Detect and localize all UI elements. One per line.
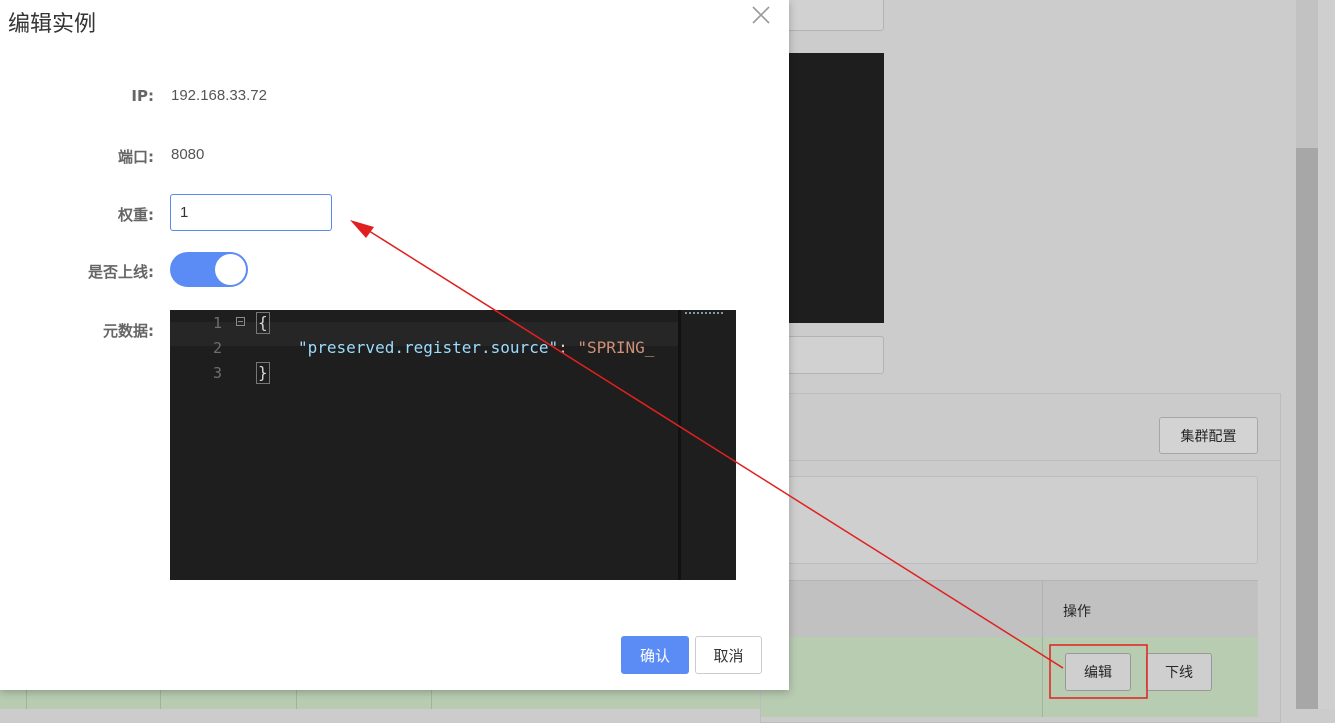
line-number: 3 (212, 364, 222, 382)
close-icon[interactable] (750, 4, 772, 26)
edit-instance-dialog: 编辑实例 IP: 192.168.33.72 端口: 8080 权重: 是否上线… (0, 0, 789, 690)
weight-label: 权重: (118, 206, 154, 224)
filter-box (761, 476, 1258, 564)
line-number: 2 (212, 339, 222, 357)
minimap-line (685, 312, 723, 314)
weight-input[interactable] (170, 194, 332, 231)
cancel-button[interactable]: 取消 (695, 636, 762, 674)
card-divider (761, 460, 1280, 461)
metadata-label: 元数据: (103, 322, 154, 340)
editor-minimap[interactable] (678, 310, 736, 580)
metadata-code-editor[interactable]: 1 2 3 { "preserved.register.source": "SP… (170, 310, 736, 580)
dialog-title: 编辑实例 (8, 11, 97, 36)
column-separator (1042, 581, 1043, 638)
row-offline-button[interactable]: 下线 (1146, 653, 1212, 691)
code-open-brace: { (256, 312, 270, 334)
table-header-operations: 操作 (1063, 603, 1091, 619)
row-edit-button[interactable]: 编辑 (1065, 653, 1131, 691)
background-table-row-strip (0, 690, 760, 709)
scrollbar-thumb[interactable] (1296, 148, 1318, 709)
port-value: 8080 (171, 146, 205, 163)
table-header: 操作 (761, 580, 1258, 638)
port-label: 端口: (118, 148, 154, 166)
online-toggle[interactable] (170, 252, 248, 287)
code-line-2: "preserved.register.source": "SPRING_ (298, 338, 654, 357)
line-number: 1 (212, 314, 222, 332)
code-close-brace: } (256, 362, 270, 384)
table-row: 编辑 下线 (761, 637, 1258, 717)
fold-minus-icon[interactable] (236, 317, 245, 326)
background-right-edge (1318, 0, 1335, 709)
ip-value: 192.168.33.72 (171, 87, 267, 104)
confirm-button[interactable]: 确认 (621, 636, 689, 674)
code-key: "preserved.register.source" (298, 338, 559, 357)
ip-label: IP: (131, 87, 154, 105)
code-value: "SPRING_ (577, 338, 655, 357)
column-separator (1042, 637, 1043, 717)
cluster-card: 集群配置 操作 编辑 下线 (760, 393, 1281, 723)
cluster-config-button[interactable]: 集群配置 (1159, 417, 1258, 454)
toggle-knob (215, 254, 246, 285)
code-colon: : (558, 338, 578, 357)
online-label: 是否上线: (88, 263, 154, 281)
